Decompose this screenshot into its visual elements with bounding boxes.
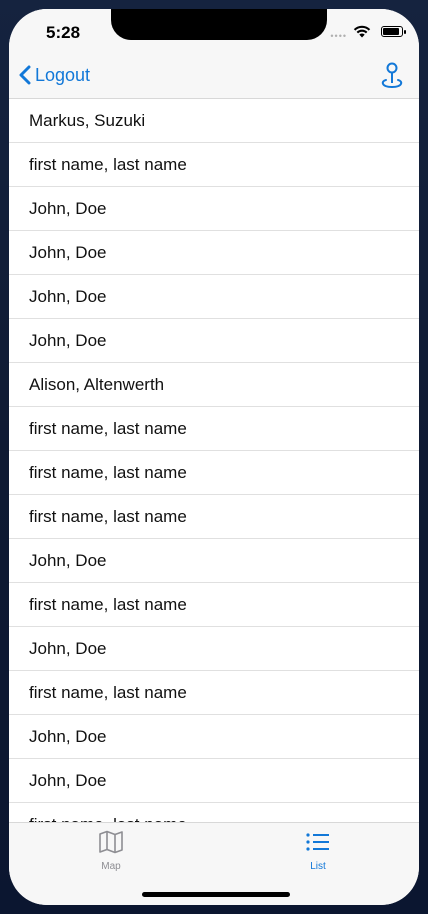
- list-item-label: John, Doe: [29, 287, 107, 306]
- logout-label: Logout: [35, 64, 91, 85]
- logout-button[interactable]: Logout: [19, 63, 90, 87]
- list-item[interactable]: Markus, Suzuki: [9, 99, 419, 143]
- location-pin-icon[interactable]: [379, 61, 405, 91]
- wifi-icon: [353, 25, 371, 38]
- list-item-label: first name, last name: [29, 155, 187, 174]
- list-item[interactable]: John, Doe: [9, 759, 419, 803]
- battery-icon: [381, 26, 406, 37]
- status-time: 5:28: [46, 23, 81, 42]
- list-item-label: John, Doe: [29, 727, 107, 746]
- list-item[interactable]: first name, last name: [9, 451, 419, 495]
- list-item[interactable]: first name, last name: [9, 671, 419, 715]
- device-frame: 5:28 •••• Logout Markus, Suzuki first na…: [0, 0, 428, 914]
- list-item[interactable]: first name, last name: [9, 407, 419, 451]
- list-item[interactable]: first name, last name: [9, 803, 419, 823]
- tab-list-label: List: [310, 861, 326, 872]
- list-item-label: first name, last name: [29, 507, 187, 526]
- list-item-label: John, Doe: [29, 243, 107, 262]
- app-screen: 5:28 •••• Logout Markus, Suzuki first na…: [9, 9, 419, 905]
- list-item[interactable]: John, Doe: [9, 319, 419, 363]
- list-item[interactable]: John, Doe: [9, 539, 419, 583]
- list-item[interactable]: John, Doe: [9, 715, 419, 759]
- map-icon: [99, 830, 123, 854]
- list-item[interactable]: John, Doe: [9, 187, 419, 231]
- signal-icon: ••••: [330, 31, 347, 41]
- list-item[interactable]: first name, last name: [9, 583, 419, 627]
- list-item[interactable]: first name, last name: [9, 495, 419, 539]
- list-item-label: John, Doe: [29, 199, 107, 218]
- notch: [111, 9, 327, 40]
- tab-list[interactable]: List: [278, 830, 358, 874]
- list-item-label: first name, last name: [29, 463, 187, 482]
- chevron-left-icon: [19, 65, 31, 85]
- tab-map-label: Map: [101, 861, 121, 872]
- list-item-label: Markus, Suzuki: [29, 111, 146, 130]
- list-item-label: first name, last name: [29, 595, 187, 614]
- status-icons: ••••: [315, 25, 406, 41]
- list-item-label: John, Doe: [29, 771, 107, 790]
- list-item[interactable]: John, Doe: [9, 275, 419, 319]
- tab-map[interactable]: Map: [71, 830, 151, 874]
- list-item[interactable]: John, Doe: [9, 627, 419, 671]
- home-indicator: [142, 892, 290, 897]
- list-item-label: first name, last name: [29, 419, 187, 438]
- list-item[interactable]: John, Doe: [9, 231, 419, 275]
- list-item-label: John, Doe: [29, 551, 107, 570]
- list-icon: [306, 833, 329, 851]
- list-item[interactable]: first name, last name: [9, 143, 419, 187]
- list-item-label: John, Doe: [29, 639, 107, 658]
- people-list: Markus, Suzuki first name, last name John,…: [9, 99, 419, 823]
- list-item-label: Alison, Altenwerth: [29, 375, 165, 394]
- navigation-bar: Logout: [9, 53, 419, 99]
- list-item[interactable]: Alison, Altenwerth: [9, 363, 419, 407]
- list-item-label: first name, last name: [29, 683, 187, 702]
- list-item-label: John, Doe: [29, 331, 107, 350]
